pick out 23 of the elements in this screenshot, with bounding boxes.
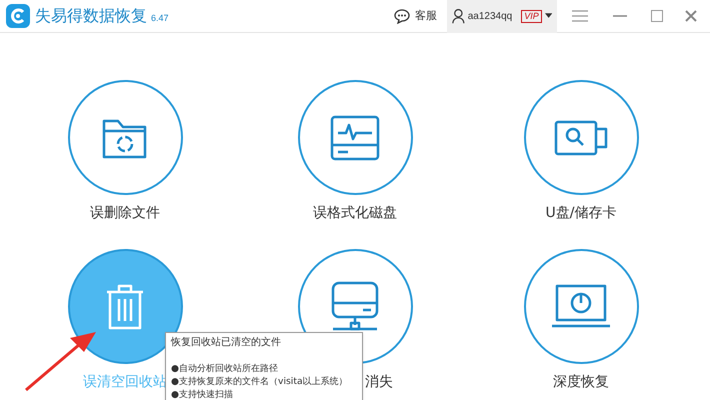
mode-label: 深度恢复 (553, 373, 609, 392)
mode-label: 误删除文件 (90, 204, 160, 223)
arrow-icon (24, 330, 98, 392)
chat-icon (394, 8, 410, 24)
tooltip-bullet: ●支持快速扫描 (171, 388, 234, 400)
close-icon[interactable] (685, 10, 697, 22)
logo-icon (6, 4, 30, 28)
minimize-icon[interactable] (613, 15, 627, 17)
maximize-icon[interactable] (651, 10, 663, 22)
support-button[interactable]: 客服 (394, 8, 437, 24)
tooltip-bullet: ●支持恢复原来的文件名（visita以上系统） (171, 375, 348, 388)
mode-label: U盘/储存卡 (546, 204, 616, 223)
version-label: 6.47 (151, 12, 169, 26)
app-title: 失易得数据恢复 (35, 5, 147, 27)
menu-icon[interactable] (572, 10, 588, 22)
vip-badge: VIP (521, 10, 542, 22)
caret-icon[interactable] (544, 13, 552, 19)
tooltip-bullet: ●自动分析回收站所在路径 (171, 362, 278, 375)
tooltip-title: 恢复回收站已清空的文件 (171, 336, 282, 349)
mode-label: 误格式化磁盘 (313, 204, 397, 223)
user-icon (452, 8, 465, 24)
username[interactable]: aa1234qq (468, 8, 512, 24)
mode-label: 消失 (365, 373, 393, 392)
